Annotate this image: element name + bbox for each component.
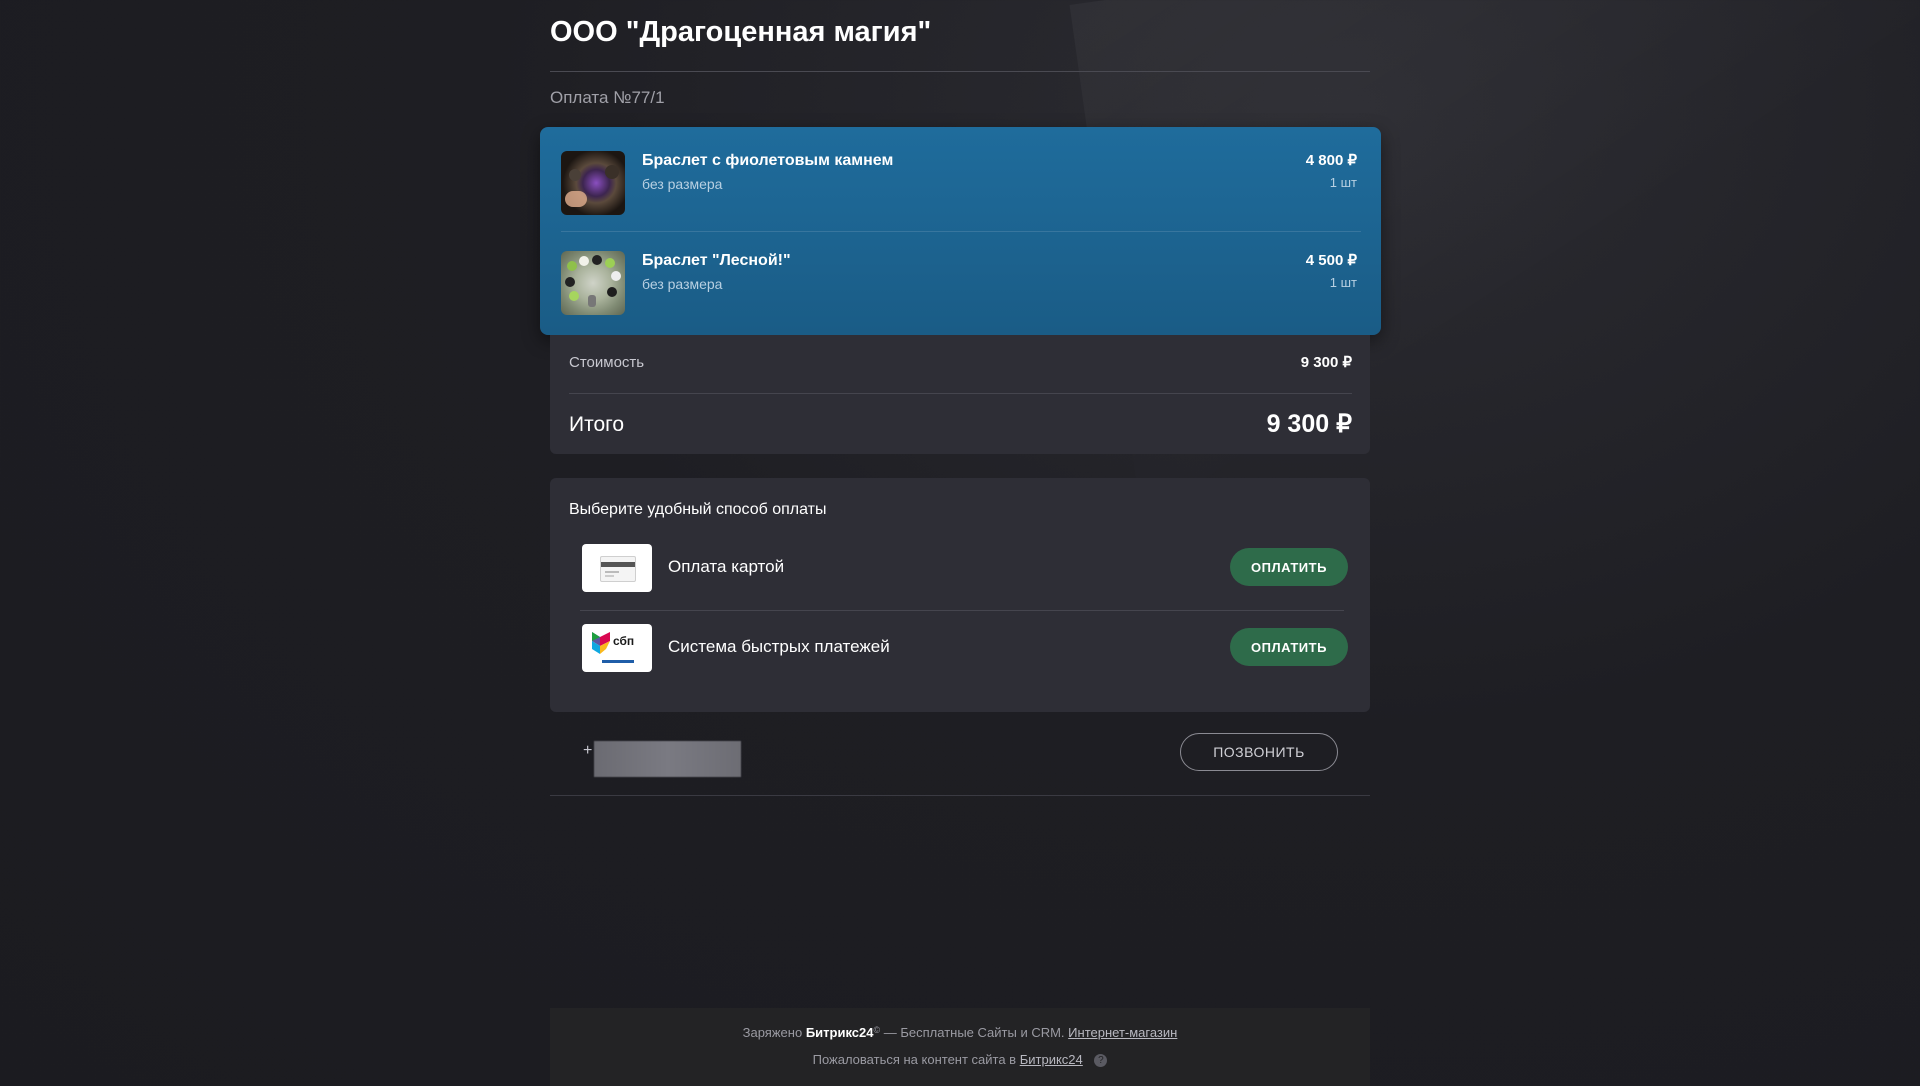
total-value: 9 300 ₽ (1266, 410, 1352, 438)
footer-complaint-link[interactable]: Битрикс24 (1020, 1052, 1083, 1067)
bead (579, 256, 589, 266)
card-line (605, 575, 614, 577)
bead (569, 291, 579, 301)
item-name: Браслет с фиолетовым камнем (642, 152, 894, 169)
order-items-card: Браслет с фиолетовым камнем без размера … (540, 127, 1381, 335)
bead (588, 295, 596, 307)
bracelet-forest-photo (561, 251, 625, 315)
phone-number-redacted (594, 741, 741, 777)
order-item: Браслет "Лесной!" без размера 4 500 ₽ 1 … (561, 227, 1361, 326)
sbp-logo-mark (592, 632, 610, 654)
payment-number: Оплата №77/1 (550, 88, 665, 107)
footer-powered-suffix: — Бесплатные Сайты и CRM. (883, 1025, 1065, 1040)
bead (605, 165, 619, 179)
payment-methods-card: Выберите удобный способ оплаты Оплата ка… (550, 478, 1370, 712)
payment-method-name: Система быстрых платежей (668, 637, 890, 656)
order-item: Браслет с фиолетовым камнем без размера … (561, 127, 1361, 226)
bead (605, 258, 615, 268)
company-title: ООО "Драгоценная магия" (550, 16, 932, 48)
contact-divider (550, 795, 1370, 796)
help-icon[interactable]: ? (1094, 1054, 1108, 1068)
method-divider (580, 610, 1344, 611)
phone-prefix: + (583, 742, 593, 759)
payment-method-name: Оплата картой (668, 557, 785, 576)
footer-brand-mark: © (873, 1025, 881, 1035)
credit-card-icon (582, 544, 652, 592)
pay-sbp-button[interactable]: ОПЛАТИТЬ (1230, 628, 1348, 666)
footer-brand: Битрикс24 (805, 1025, 874, 1040)
summary-divider (569, 393, 1352, 394)
payment-methods-title: Выберите удобный способ оплаты (569, 501, 827, 518)
sbp-logo-text: сбп (613, 634, 635, 648)
bead (607, 287, 617, 297)
item-quantity: 1 шт (1329, 175, 1357, 190)
item-price: 4 500 ₽ (1305, 252, 1357, 269)
footer-powered-by: Заряжено Битрикс24© — Бесплатные Сайты и… (550, 1025, 1370, 1040)
item-price: 4 800 ₽ (1305, 152, 1357, 169)
item-name: Браслет "Лесной!" (642, 252, 791, 269)
sbp-logo: сбп (582, 624, 652, 672)
item-size: без размера (642, 276, 723, 292)
pay-card-button[interactable]: ОПЛАТИТЬ (1230, 548, 1348, 586)
total-label: Итого (569, 413, 625, 436)
footer-complaint-text: Пожаловаться на контент сайта в (812, 1052, 1017, 1067)
bead (565, 277, 575, 287)
bracelet-purple-stone-photo (561, 151, 625, 215)
footer-shop-link[interactable]: Интернет-магазин (1068, 1025, 1177, 1040)
bead (592, 255, 602, 265)
footer: Заряжено Битрикс24© — Бесплатные Сайты и… (550, 1008, 1370, 1086)
footer-powered-prefix: Заряжено (742, 1025, 803, 1040)
item-quantity: 1 шт (1329, 275, 1357, 290)
sbp-subline (602, 660, 634, 663)
payment-method-card: Оплата картой ОПЛАТИТЬ (582, 544, 1348, 604)
card-stripe (601, 562, 635, 567)
bead (567, 261, 577, 271)
title-divider (550, 71, 1370, 72)
footer-complaint: Пожаловаться на контент сайта в Битрикс2… (550, 1052, 1370, 1068)
bead (611, 271, 621, 281)
cost-value: 9 300 ₽ (1300, 354, 1352, 371)
card-shape (600, 556, 636, 582)
card-line (605, 571, 619, 573)
cost-label: Стоимость (569, 354, 645, 371)
order-summary: Стоимость 9 300 ₽ Итого 9 300 ₽ (550, 335, 1370, 454)
item-size: без размера (642, 176, 723, 192)
call-button[interactable]: ПОЗВОНИТЬ (1180, 733, 1338, 771)
payment-method-sbp: сбп Система быстрых платежей ОПЛАТИТЬ (582, 624, 1348, 684)
bead (569, 169, 581, 181)
